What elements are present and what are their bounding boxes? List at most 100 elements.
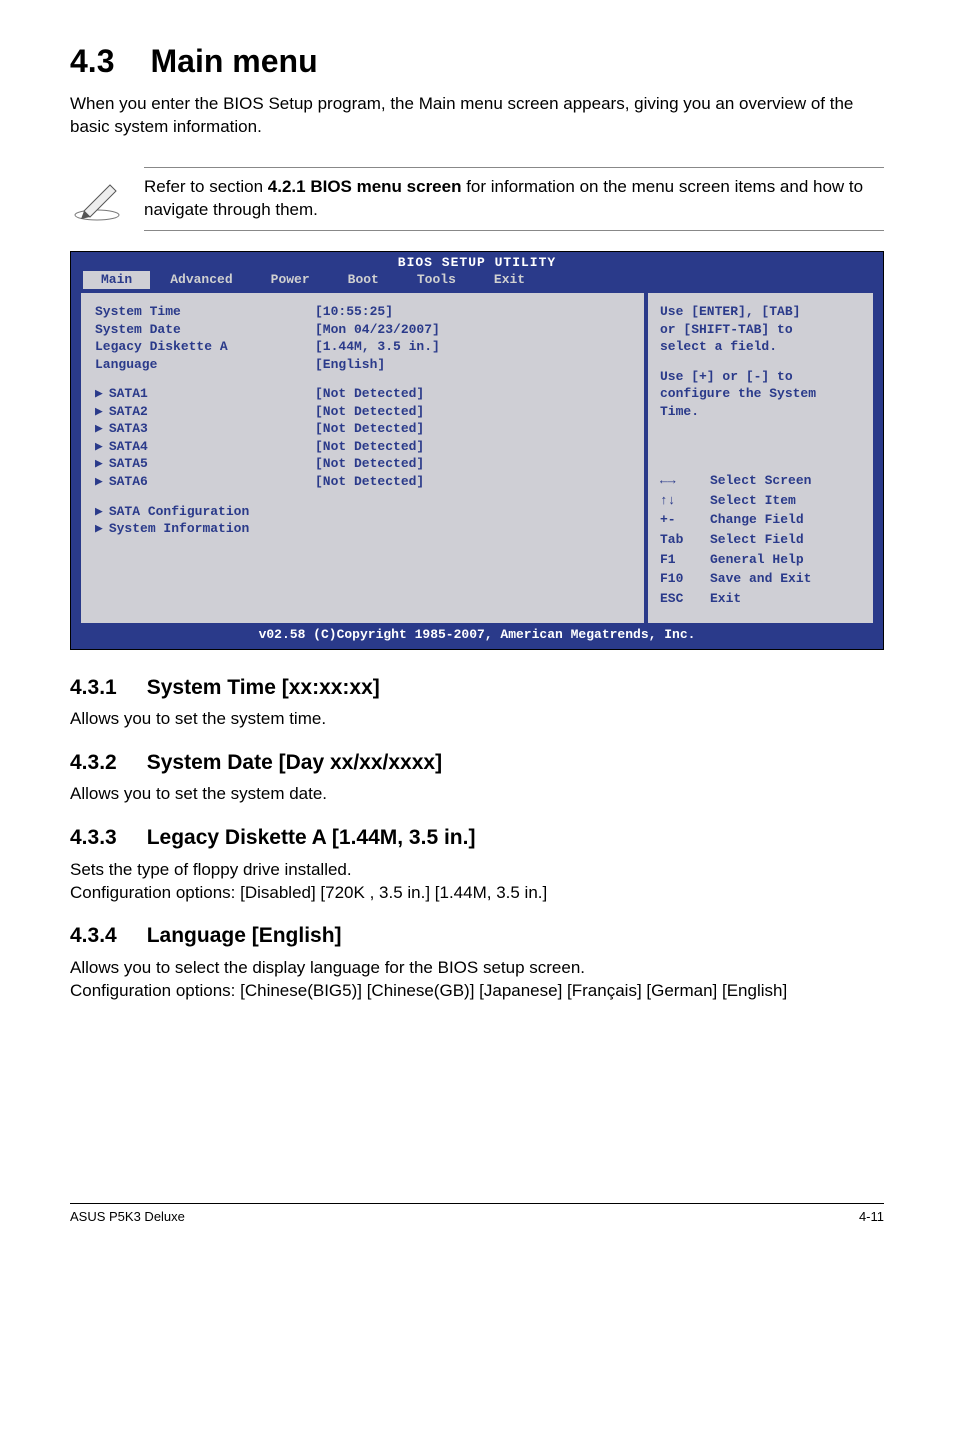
bios-main-panel: System Time[10:55:25] System Date[Mon 04… — [81, 293, 644, 623]
bios-help-text-2: Use [+] or [-] to configure the System T… — [660, 368, 863, 421]
bios-value: [English] — [315, 356, 385, 374]
sub-num: 4.3.1 — [70, 676, 117, 699]
body-432: Allows you to set the system date. — [70, 783, 884, 806]
bios-value: [10:55:25] — [315, 303, 393, 321]
bios-value: [Not Detected] — [315, 403, 424, 421]
bios-row-sata-config[interactable]: ▶ SATA Configuration — [95, 503, 630, 521]
bios-label: SATA2 — [109, 404, 148, 419]
bios-row-sata4[interactable]: ▶ SATA4 [Not Detected] — [95, 438, 630, 456]
body-433a: Sets the type of floppy drive installed. — [70, 859, 884, 882]
nav-key: Tab — [660, 531, 710, 549]
bios-tab-bar: Main Advanced Power Boot Tools Exit — [71, 271, 883, 293]
subheading-434: 4.3.4 Language [English] — [70, 922, 884, 950]
nav-key: F10 — [660, 570, 710, 588]
subheading-433: 4.3.3 Legacy Diskette A [1.44M, 3.5 in.] — [70, 824, 884, 852]
bios-row-sata6[interactable]: ▶ SATA6 [Not Detected] — [95, 473, 630, 491]
nav-label: Select Item — [710, 492, 796, 510]
nav-label: Select Screen — [710, 472, 811, 490]
body-431: Allows you to set the system time. — [70, 708, 884, 731]
sub-num: 4.3.3 — [70, 826, 117, 849]
triangle-right-icon: ▶ — [95, 421, 103, 436]
bios-row-system-info[interactable]: ▶ System Information — [95, 520, 630, 538]
triangle-right-icon: ▶ — [95, 456, 103, 471]
triangle-right-icon: ▶ — [95, 521, 103, 536]
nav-label: Save and Exit — [710, 570, 811, 588]
heading-number: 4.3 — [70, 43, 114, 79]
sub-title: Legacy Diskette A [1.44M, 3.5 in.] — [147, 826, 476, 849]
bios-row-sata5[interactable]: ▶ SATA5 [Not Detected] — [95, 455, 630, 473]
bios-title: BIOS SETUP UTILITY — [71, 252, 883, 272]
triangle-right-icon: ▶ — [95, 439, 103, 454]
bios-value: [Mon 04/23/2007] — [315, 321, 440, 339]
nav-label: Change Field — [710, 511, 804, 529]
body-434a: Allows you to select the display languag… — [70, 957, 884, 980]
note-text: Refer to section 4.2.1 BIOS menu screen … — [144, 167, 884, 231]
sub-title: System Date [Day xx/xx/xxxx] — [147, 751, 442, 774]
footer-left: ASUS P5K3 Deluxe — [70, 1208, 185, 1226]
page-footer: ASUS P5K3 Deluxe 4-11 — [70, 1203, 884, 1226]
nav-key: ↑↓ — [660, 492, 710, 510]
bios-tab-power[interactable]: Power — [253, 271, 328, 289]
bios-help-panel: Use [ENTER], [TAB] or [SHIFT-TAB] to sel… — [648, 293, 873, 623]
triangle-right-icon: ▶ — [95, 404, 103, 419]
footer-right: 4-11 — [859, 1208, 884, 1226]
bios-label: Language — [95, 356, 315, 374]
bios-value: [1.44M, 3.5 in.] — [315, 338, 440, 356]
bios-label: SATA3 — [109, 421, 148, 436]
bios-label: SATA6 — [109, 474, 148, 489]
bios-tab-exit[interactable]: Exit — [476, 271, 543, 289]
triangle-right-icon: ▶ — [95, 474, 103, 489]
bios-row-language[interactable]: Language[English] — [95, 356, 630, 374]
nav-label: Exit — [710, 590, 741, 608]
heading-title: Main menu — [150, 43, 317, 79]
note-bold: 4.2.1 BIOS menu screen — [268, 177, 462, 196]
bios-label: SATA5 — [109, 456, 148, 471]
bios-nav-keys: ←→Select Screen ↑↓Select Item +-Change F… — [660, 472, 863, 607]
bios-help-text-1: Use [ENTER], [TAB] or [SHIFT-TAB] to sel… — [660, 303, 863, 356]
bios-label: System Time — [95, 303, 315, 321]
bios-value: [Not Detected] — [315, 455, 424, 473]
triangle-right-icon: ▶ — [95, 504, 103, 519]
bios-value: [Not Detected] — [315, 420, 424, 438]
bios-tab-advanced[interactable]: Advanced — [152, 271, 250, 289]
intro-paragraph: When you enter the BIOS Setup program, t… — [70, 93, 884, 139]
note-block: Refer to section 4.2.1 BIOS menu screen … — [70, 167, 884, 231]
bios-row-sata1[interactable]: ▶ SATA1 [Not Detected] — [95, 385, 630, 403]
nav-key: +- — [660, 511, 710, 529]
bios-value: [Not Detected] — [315, 385, 424, 403]
sub-num: 4.3.4 — [70, 924, 117, 947]
bios-tab-main[interactable]: Main — [83, 271, 150, 289]
bios-screenshot: BIOS SETUP UTILITY Main Advanced Power B… — [70, 251, 884, 650]
nav-key: ESC — [660, 590, 710, 608]
bios-label: System Date — [95, 321, 315, 339]
bios-label: Legacy Diskette A — [95, 338, 315, 356]
page-heading: 4.3 Main menu — [70, 40, 884, 83]
bios-tab-tools[interactable]: Tools — [399, 271, 474, 289]
bios-row-legacy-diskette[interactable]: Legacy Diskette A[1.44M, 3.5 in.] — [95, 338, 630, 356]
subheading-432: 4.3.2 System Date [Day xx/xx/xxxx] — [70, 749, 884, 777]
sub-title: System Time [xx:xx:xx] — [147, 676, 380, 699]
bios-row-system-date[interactable]: System Date[Mon 04/23/2007] — [95, 321, 630, 339]
nav-label: Select Field — [710, 531, 804, 549]
bios-value: [Not Detected] — [315, 473, 424, 491]
nav-key: ←→ — [660, 472, 710, 490]
triangle-right-icon: ▶ — [95, 386, 103, 401]
sub-num: 4.3.2 — [70, 751, 117, 774]
bios-label: SATA1 — [109, 386, 148, 401]
bios-row-sata2[interactable]: ▶ SATA2 [Not Detected] — [95, 403, 630, 421]
bios-label: SATA Configuration — [109, 504, 249, 519]
bios-tab-boot[interactable]: Boot — [330, 271, 397, 289]
nav-key: F1 — [660, 551, 710, 569]
bios-row-system-time[interactable]: System Time[10:55:25] — [95, 303, 630, 321]
note-text-a: Refer to section — [144, 177, 268, 196]
body-434b: Configuration options: [Chinese(BIG5)] [… — [70, 980, 884, 1003]
nav-label: General Help — [710, 551, 804, 569]
sub-title: Language [English] — [147, 924, 342, 947]
bios-label: System Information — [109, 521, 249, 536]
body-433b: Configuration options: [Disabled] [720K … — [70, 882, 884, 905]
bios-value: [Not Detected] — [315, 438, 424, 456]
bios-label: SATA4 — [109, 439, 148, 454]
bios-row-sata3[interactable]: ▶ SATA3 [Not Detected] — [95, 420, 630, 438]
subheading-431: 4.3.1 System Time [xx:xx:xx] — [70, 674, 884, 702]
bios-footer: v02.58 (C)Copyright 1985-2007, American … — [71, 623, 883, 649]
